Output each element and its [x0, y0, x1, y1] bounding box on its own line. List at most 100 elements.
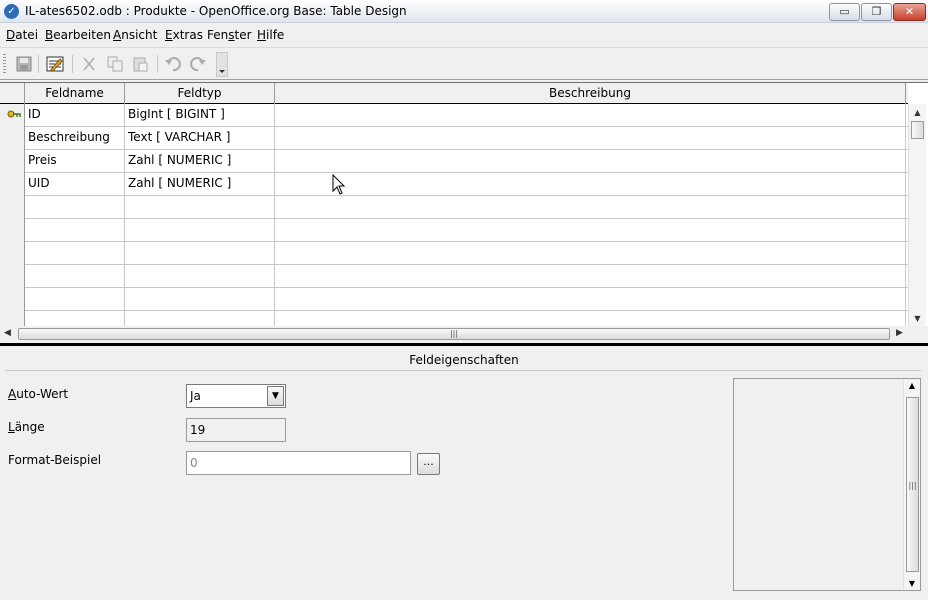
grid-vertical-scrollbar[interactable]: ▲ ▼: [908, 104, 926, 326]
row-selector[interactable]: [0, 311, 25, 326]
field-name-cell[interactable]: Preis: [25, 150, 125, 173]
row-selector[interactable]: [0, 127, 25, 150]
scroll-left-icon[interactable]: ◀: [4, 328, 11, 338]
help-scrollbar[interactable]: ▲ ||| ▼: [903, 379, 920, 590]
field-description-cell[interactable]: [275, 150, 906, 173]
field-type-cell[interactable]: Zahl [ NUMERIC ]: [125, 173, 275, 196]
field-name-cell[interactable]: [25, 265, 125, 288]
field-description-cell[interactable]: [275, 127, 906, 150]
table-row[interactable]: [0, 242, 908, 265]
field-description-cell[interactable]: [275, 173, 906, 196]
toolbar-overflow-button[interactable]: [216, 52, 228, 77]
scroll-down-icon[interactable]: ▼: [904, 579, 920, 588]
table-row[interactable]: [0, 265, 908, 288]
field-type-cell[interactable]: BigInt [ BIGINT ]: [125, 104, 275, 127]
row-selector[interactable]: [0, 150, 25, 173]
table-row[interactable]: Beschreibung Text [ VARCHAR ]: [0, 127, 908, 150]
field-type-cell[interactable]: [125, 311, 275, 326]
field-type-cell[interactable]: Zahl [ NUMERIC ]: [125, 150, 275, 173]
menu-hilfe[interactable]: Hilfe: [257, 28, 284, 42]
field-type-cell[interactable]: [125, 288, 275, 311]
scroll-thumb[interactable]: |||: [18, 328, 890, 340]
table-design-grid: Feldname Feldtyp Beschreibung ID BigInt …: [0, 82, 928, 326]
maximize-button[interactable]: ❐: [861, 3, 892, 21]
field-name-cell[interactable]: [25, 242, 125, 265]
grid-horizontal-scrollbar[interactable]: ◀ ||| ▶: [0, 326, 908, 342]
field-description-cell[interactable]: [275, 219, 906, 242]
openoffice-icon: ✓: [4, 4, 19, 19]
field-description-cell[interactable]: [275, 288, 906, 311]
auto-wert-label: Auto-Wert: [8, 387, 69, 401]
row-selector[interactable]: [0, 173, 25, 196]
minimize-button[interactable]: ▭: [829, 3, 860, 21]
row-selector[interactable]: [0, 104, 25, 127]
table-row[interactable]: ID BigInt [ BIGINT ]: [0, 104, 908, 127]
field-description-cell[interactable]: [275, 311, 906, 326]
field-description-cell[interactable]: [275, 104, 906, 127]
index-design-icon[interactable]: [46, 55, 64, 73]
grid-header: Feldname Feldtyp Beschreibung: [0, 83, 908, 104]
table-row[interactable]: [0, 219, 908, 242]
copy-icon[interactable]: [106, 55, 124, 73]
save-icon[interactable]: [15, 55, 33, 73]
scroll-down-icon[interactable]: ▼: [909, 312, 926, 326]
scroll-thumb[interactable]: [911, 121, 924, 139]
scroll-up-icon[interactable]: ▲: [909, 106, 926, 120]
mouse-cursor-icon: [332, 174, 346, 195]
field-properties-title: Feldeigenschaften: [409, 353, 519, 367]
format-button[interactable]: ...: [417, 453, 440, 475]
toolbar-separator: [72, 55, 73, 73]
column-header-feldname[interactable]: Feldname: [25, 83, 125, 104]
field-description-cell[interactable]: [275, 196, 906, 219]
table-row[interactable]: UID Zahl [ NUMERIC ]: [0, 173, 908, 196]
format-example-field[interactable]: 0: [186, 451, 411, 475]
close-button[interactable]: ✕: [893, 3, 926, 21]
scroll-up-icon[interactable]: ▲: [904, 381, 920, 390]
row-selector[interactable]: [0, 219, 25, 242]
window-title: IL-ates6502.odb : Produkte - OpenOffice.…: [25, 4, 407, 18]
auto-wert-select[interactable]: Ja ▼: [186, 384, 286, 408]
field-name-cell[interactable]: [25, 219, 125, 242]
row-selector[interactable]: [0, 242, 25, 265]
field-name-cell[interactable]: [25, 288, 125, 311]
row-selector[interactable]: [0, 265, 25, 288]
chevron-down-icon[interactable]: ▼: [267, 386, 284, 406]
scroll-thumb[interactable]: |||: [906, 397, 919, 572]
toolbar-grip[interactable]: [3, 54, 6, 74]
field-name-cell[interactable]: [25, 196, 125, 219]
menu-datei[interactable]: Datei: [6, 28, 38, 42]
paste-icon[interactable]: [131, 55, 149, 73]
table-row[interactable]: [0, 311, 908, 326]
field-type-cell[interactable]: [125, 219, 275, 242]
menu-fenster[interactable]: Fenster: [207, 28, 252, 42]
table-row[interactable]: [0, 196, 908, 219]
field-name-cell[interactable]: [25, 311, 125, 326]
chevron-down-icon: [219, 70, 225, 73]
field-properties-panel: Feldeigenschaften Auto-Wert Ja ▼ Länge 1…: [0, 346, 928, 600]
table-row[interactable]: Preis Zahl [ NUMERIC ]: [0, 150, 908, 173]
column-header-feldtyp[interactable]: Feldtyp: [125, 83, 275, 104]
redo-icon[interactable]: [189, 55, 207, 73]
field-type-cell[interactable]: [125, 265, 275, 288]
help-text-box: ▲ ||| ▼: [733, 378, 921, 591]
cut-icon[interactable]: [80, 55, 98, 73]
field-description-cell[interactable]: [275, 242, 906, 265]
column-header-beschreibung[interactable]: Beschreibung: [275, 83, 906, 104]
menu-bearbeiten[interactable]: Bearbeiten: [45, 28, 111, 42]
primary-key-icon: [7, 110, 21, 118]
menu-extras[interactable]: Extras: [165, 28, 203, 42]
row-selector[interactable]: [0, 196, 25, 219]
field-type-cell[interactable]: Text [ VARCHAR ]: [125, 127, 275, 150]
row-selector[interactable]: [0, 288, 25, 311]
undo-icon[interactable]: [164, 55, 182, 73]
table-row[interactable]: [0, 288, 908, 311]
field-type-cell[interactable]: [125, 242, 275, 265]
menu-ansicht[interactable]: Ansicht: [113, 28, 157, 42]
field-name-cell[interactable]: UID: [25, 173, 125, 196]
scroll-right-icon[interactable]: ▶: [896, 328, 903, 338]
field-type-cell[interactable]: [125, 196, 275, 219]
field-name-cell[interactable]: Beschreibung: [25, 127, 125, 150]
field-description-cell[interactable]: [275, 265, 906, 288]
field-name-cell[interactable]: ID: [25, 104, 125, 127]
toolbar-separator: [157, 55, 158, 73]
